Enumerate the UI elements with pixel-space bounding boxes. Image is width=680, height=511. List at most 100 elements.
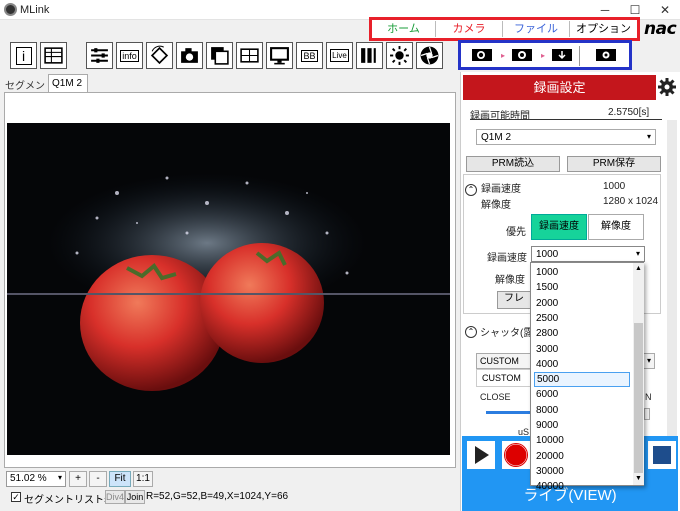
dropdown-option[interactable]: 2500 [534,311,630,326]
camera-image[interactable] [7,123,450,455]
segment-bar: セグメント Q1M 2 [0,74,460,92]
segment-tab[interactable]: Q1M 2 [48,74,88,92]
resolution-select-label: 解像度 [495,275,525,286]
search-record-button[interactable] [469,46,497,64]
segment-list-checkbox[interactable]: ✓ [11,492,21,502]
zoom-1to1-button[interactable]: 1:1 [133,471,153,487]
table-icon [44,47,63,64]
sliders-icon [91,48,108,63]
join-button[interactable]: Join [125,490,145,504]
dropdown-option[interactable]: 9000 [534,418,630,433]
prm-save-button[interactable]: PRM保存 [567,156,661,172]
window-title: MLink [20,4,50,16]
tab-camera[interactable]: カメラ [436,21,503,37]
aperture-button[interactable] [416,42,443,69]
gear-icon [658,78,676,96]
slider-handle[interactable] [644,408,650,420]
collapse-icon[interactable]: ⌃ [465,184,477,196]
chevron-up-icon[interactable]: ▲ [635,265,642,272]
dropdown-scrollbar[interactable]: ▲ ▼ [633,263,644,485]
app-icon [4,3,17,16]
record-tools: ▸ ▸ [458,40,632,70]
camera-button[interactable] [176,42,203,69]
play-button[interactable] [467,441,495,469]
camera-gear-icon [596,49,616,61]
dropdown-option[interactable]: 6000 [534,387,630,402]
camera-select[interactable]: Q1M 2 ▾ [476,129,656,145]
chevron-down-icon[interactable]: ▼ [635,475,642,482]
rec-speed-value: 1000 [603,181,626,192]
dropdown-option[interactable]: 10000 [534,433,630,448]
tab-home[interactable]: ホーム [372,21,436,37]
div4-button[interactable]: Div4 [105,490,125,504]
collapse-icon[interactable]: ⌃ [465,326,477,338]
custom-label: CUSTOM [476,369,532,387]
prm-load-button[interactable]: PRM読込 [466,156,560,172]
stop-icon [653,446,671,464]
monitor-icon [270,47,289,65]
grid-icon [240,48,259,63]
toolbar: i info BB Live [0,42,460,72]
info-icon: i [15,46,32,65]
live-button[interactable]: Live [326,42,353,69]
divider [470,119,662,120]
camera-select-value: Q1M 2 [481,132,512,143]
gear-button[interactable] [657,77,677,97]
live-icon: Live [330,49,349,62]
info-box-button[interactable]: info [116,42,143,69]
dropdown-option[interactable]: 1500 [534,280,630,295]
priority-speed-button[interactable]: 録画速度 [531,214,587,240]
rotate-button[interactable] [146,42,173,69]
search-camera-icon [472,49,492,61]
brightness-icon [390,46,409,65]
dropdown-option[interactable]: 3000 [534,342,630,357]
camera-settings-button[interactable] [593,46,621,64]
frame-button[interactable]: フレ [497,291,531,309]
arrow-icon: ▸ [501,51,506,60]
chevron-down-icon[interactable]: ▾ [643,353,655,369]
pixel-readout: R=52,G=52,B=49,X=1024,Y=66 [146,491,289,502]
dropdown-option[interactable]: 5000 [534,372,630,388]
chevron-down-icon: ▾ [635,249,640,258]
dropdown-option[interactable]: 30000 [534,464,630,479]
speed-select[interactable]: 1000 ▾ [531,246,645,262]
dropdown-option[interactable]: 2800 [534,326,630,341]
grid-button[interactable] [236,42,263,69]
monitor-button[interactable] [266,42,293,69]
overlay-button[interactable] [206,42,233,69]
panel-scrollbar[interactable] [667,120,677,436]
speed-dropdown-list[interactable]: ▲ ▼ 1000 1500 2000 2500 2800 3000 4000 5000 6000… [530,262,644,492]
dropdown-option[interactable]: 2000 [534,296,630,311]
zoom-select[interactable]: 51.02 % ▾ [6,471,66,487]
shutter-slider[interactable] [486,411,530,414]
sliders-button[interactable] [86,42,113,69]
shutter-select[interactable]: CUSTOM [476,353,532,369]
dropdown-option[interactable]: 20000 [534,449,630,464]
table-button[interactable] [40,42,67,69]
download-button[interactable] [549,46,577,64]
scroll-thumb[interactable] [634,323,643,473]
tab-option[interactable]: オプション [570,21,637,37]
arrow-icon: ▸ [541,51,546,60]
info-box-icon: info [120,49,139,62]
zoom-fit-button[interactable]: Fit [109,471,131,487]
rec-speed-label: 録画速度 [481,184,521,195]
info-button[interactable]: i [10,42,37,69]
brightness-button[interactable] [386,42,413,69]
speed-select-value: 1000 [536,249,559,260]
priority-resolution-button[interactable]: 解像度 [588,214,644,240]
tab-file[interactable]: ファイル [503,21,570,37]
record-camera-button[interactable] [509,46,537,64]
dropdown-option[interactable]: 8000 [534,403,630,418]
filmstrip-button[interactable] [356,42,383,69]
zoom-out-button[interactable]: - [89,471,107,487]
dropdown-option[interactable]: 40000 [534,479,630,494]
dropdown-option[interactable]: 4000 [534,357,630,372]
bb-button[interactable]: BB [296,42,323,69]
record-button[interactable] [502,441,530,469]
close-label: CLOSE [480,392,511,402]
stop-button[interactable] [648,441,676,469]
close-button[interactable]: ✕ [650,0,680,20]
dropdown-option[interactable]: 1000 [534,265,630,280]
zoom-in-button[interactable]: + [69,471,87,487]
